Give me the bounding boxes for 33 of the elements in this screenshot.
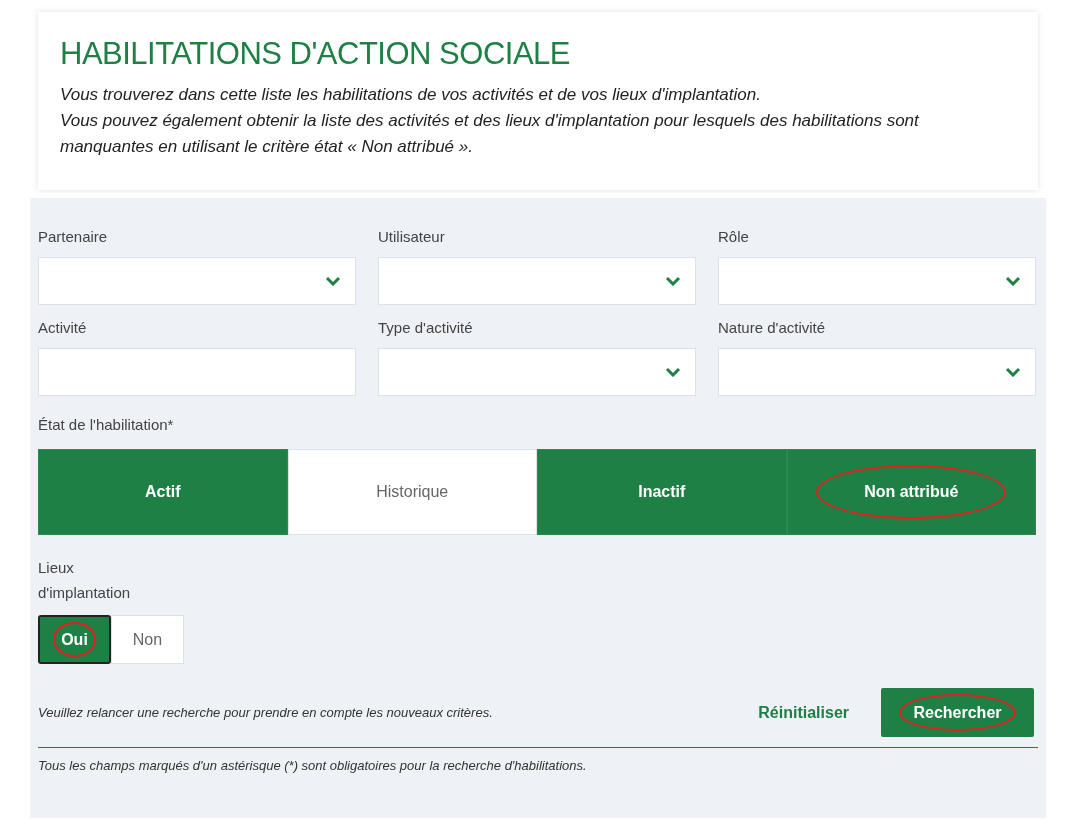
- field-label: Type d'activité: [378, 319, 474, 336]
- field-label: État de l'habilitation*: [38, 416, 175, 433]
- reset-link[interactable]: Réinitialiser: [752, 702, 855, 723]
- field-label: Rôle: [718, 228, 750, 245]
- field-label: d'implantation: [38, 584, 132, 601]
- select-field[interactable]: [718, 257, 1036, 305]
- page-title: HABILITATIONS D'ACTION SOCIALE: [60, 36, 571, 72]
- search-button[interactable]: Rechercher: [881, 688, 1034, 737]
- field-label: Partenaire: [38, 228, 109, 245]
- state-toggle[interactable]: Inactif: [537, 449, 787, 535]
- notice-text: Veuillez relancer une recherche pour prendre en compte les nouveaux critères.: [38, 703, 494, 722]
- chevron-down-icon: [665, 367, 681, 377]
- state-toggle[interactable]: Non attribué: [786, 449, 1036, 535]
- location-toggle[interactable]: Oui: [38, 615, 111, 664]
- chevron-down-icon: [665, 276, 681, 286]
- state-toggle[interactable]: Actif: [38, 449, 288, 535]
- location-toggle[interactable]: Non: [111, 615, 184, 664]
- footnote-text: Tous les champs marqués d'un astérisque (*) sont obligatoires pour la recherche d'habilitations.: [38, 758, 588, 773]
- select-field[interactable]: [38, 257, 356, 305]
- select-field[interactable]: [378, 257, 696, 305]
- select-field[interactable]: [378, 348, 696, 396]
- chevron-down-icon: [1005, 276, 1021, 286]
- description-text: Vous trouverez dans cette liste les habilitations de vos activités et de vos lieux d'implantation.: [60, 84, 762, 106]
- field-label: Utilisateur: [378, 228, 446, 245]
- field-label: Lieux: [38, 559, 75, 576]
- chevron-down-icon: [325, 276, 341, 286]
- select-field[interactable]: [718, 348, 1036, 396]
- description-text: Vous pouvez également obtenir la liste des activités et des lieux d'implantation pour lesquels des habilitations sont manquantes en utilisant le critère état « Non attribué ».: [60, 110, 921, 158]
- state-toggle[interactable]: Historique: [287, 449, 537, 535]
- input-field[interactable]: [38, 348, 356, 396]
- field-label: Activité: [38, 319, 88, 336]
- chevron-down-icon: [1005, 367, 1021, 377]
- field-label: Nature d'activité: [718, 319, 827, 336]
